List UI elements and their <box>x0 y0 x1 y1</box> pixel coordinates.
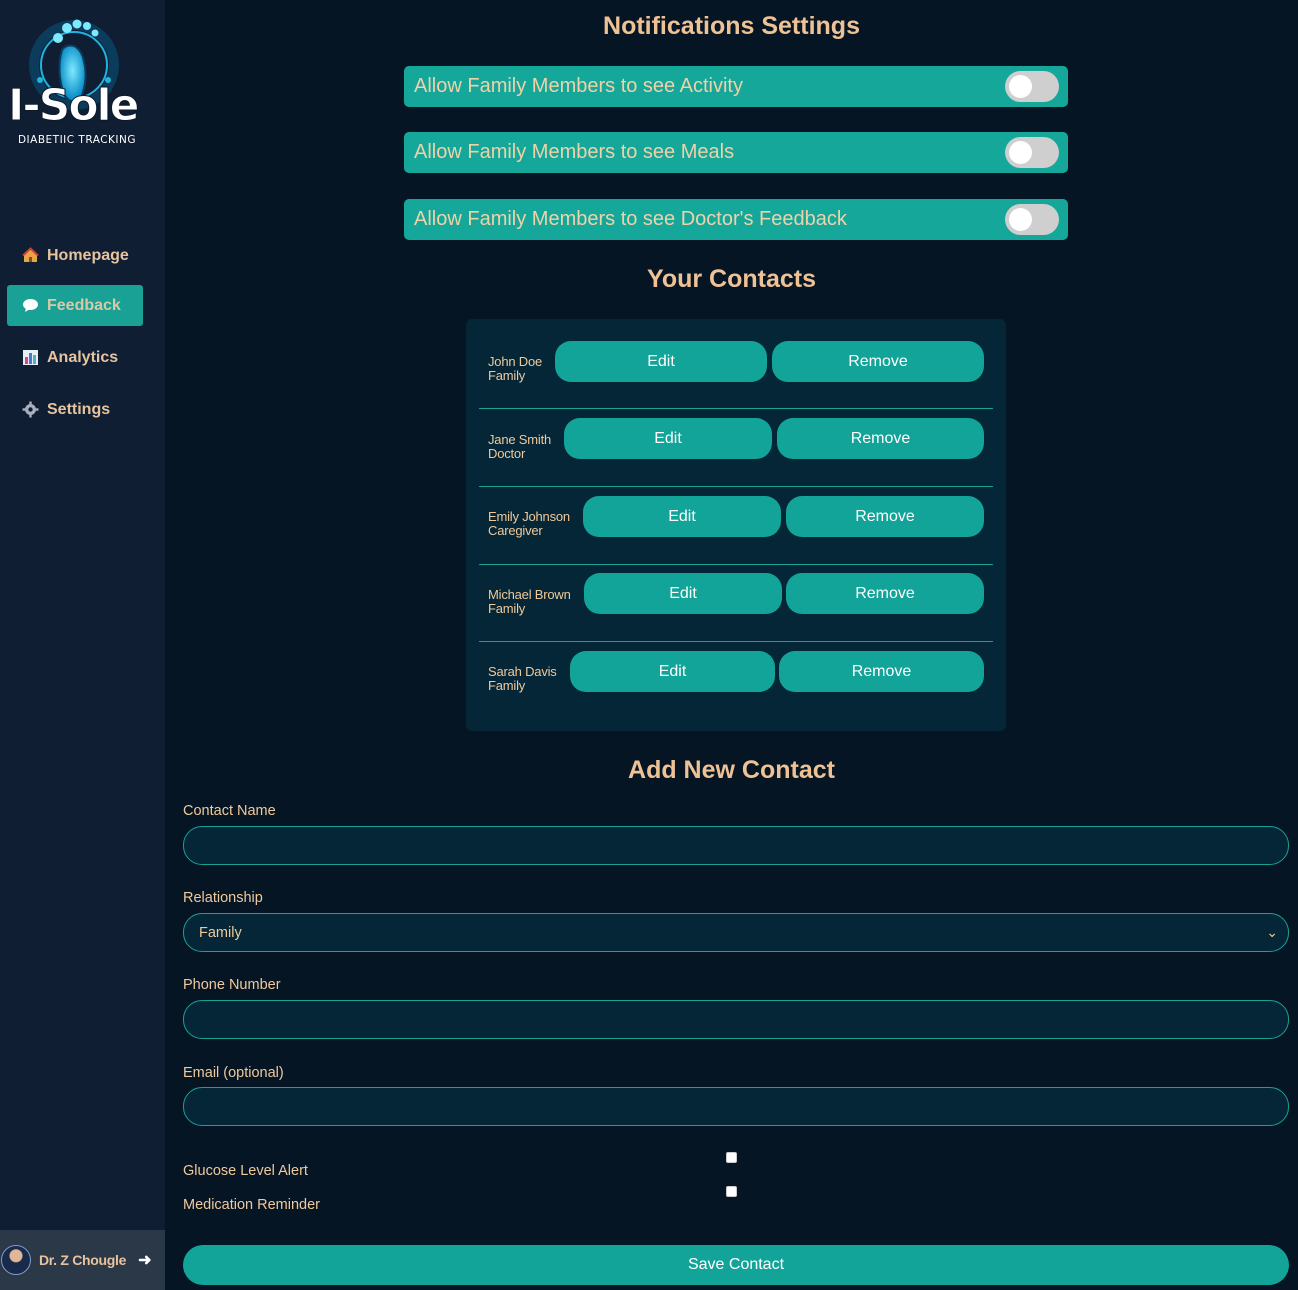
relationship-select[interactable]: Family ⌄ <box>183 913 1289 952</box>
sidebar-item-label: Settings <box>47 400 111 418</box>
edit-contact-button[interactable]: Edit <box>583 496 781 537</box>
medication-reminder-checkbox[interactable] <box>726 1186 737 1197</box>
bar-chart-icon <box>22 349 39 366</box>
contact-info: Sarah Davis Family <box>488 665 557 693</box>
glucose-alert-label: Glucose Level Alert <box>183 1163 308 1179</box>
contacts-card: John Doe Family Edit Remove Jane Smith D… <box>466 319 1006 731</box>
house-icon <box>22 247 39 264</box>
save-contact-button[interactable]: Save Contact <box>183 1245 1289 1285</box>
remove-contact-button[interactable]: Remove <box>779 651 984 692</box>
chevron-down-icon: ⌄ <box>1266 924 1278 940</box>
sidebar-item-analytics[interactable]: Analytics <box>7 337 143 378</box>
relationship-selected-value: Family <box>199 924 242 941</box>
sidebar-item-homepage[interactable]: Homepage <box>7 235 143 276</box>
contact-relationship: Family <box>488 601 526 616</box>
edit-contact-button[interactable]: Edit <box>555 341 767 382</box>
contact-name: John Doe <box>488 354 543 369</box>
phone-label: Phone Number <box>183 977 281 993</box>
contact-name: Sarah Davis <box>488 664 557 679</box>
toggle-row-meals: Allow Family Members to see Meals <box>404 132 1068 173</box>
glucose-alert-checkbox[interactable] <box>726 1152 737 1163</box>
medication-reminder-label: Medication Reminder <box>183 1197 321 1213</box>
brand-name: I-Sole <box>7 80 139 132</box>
toggle-label: Allow Family Members to see Meals <box>414 141 735 163</box>
remove-contact-button[interactable]: Remove <box>786 496 984 537</box>
remove-contact-button[interactable]: Remove <box>777 418 984 459</box>
contact-info: Jane Smith Doctor <box>488 433 551 461</box>
email-label: Email (optional) <box>183 1065 284 1081</box>
brand-subtitle: DIABETIIC TRACKING <box>17 134 137 146</box>
contact-row: Jane Smith Doctor Edit Remove <box>479 409 993 487</box>
toggle-switch-activity[interactable] <box>1005 71 1059 102</box>
contact-row: Michael Brown Family Edit Remove <box>479 564 993 642</box>
contact-name: Jane Smith <box>488 432 552 447</box>
toggle-row-doctor-feedback: Allow Family Members to see Doctor's Fee… <box>404 199 1068 240</box>
contact-info: John Doe Family <box>488 355 542 383</box>
edit-contact-button[interactable]: Edit <box>584 573 782 614</box>
contact-row: John Doe Family Edit Remove <box>479 331 993 409</box>
sidebar-item-label: Feedback <box>47 296 121 314</box>
contact-info: Emily Johnson Caregiver <box>488 510 570 538</box>
avatar <box>1 1245 31 1275</box>
toggle-knob <box>1009 141 1032 164</box>
sidebar-item-label: Homepage <box>47 246 129 264</box>
edit-contact-button[interactable]: Edit <box>570 651 775 692</box>
user-name: Dr. Z Chougle <box>39 1252 127 1268</box>
user-profile-bar[interactable]: Dr. Z Chougle ➜ <box>0 1230 165 1290</box>
toggle-label: Allow Family Members to see Activity <box>414 75 743 97</box>
contact-relationship: Family <box>488 678 526 693</box>
sidebar-item-feedback[interactable]: Feedback <box>7 285 143 326</box>
relationship-label: Relationship <box>183 890 263 906</box>
toggle-switch-doctor-feedback[interactable] <box>1005 204 1059 235</box>
contact-row: Sarah Davis Family Edit Remove <box>479 642 993 720</box>
contact-name-input[interactable] <box>183 826 1289 865</box>
contact-info: Michael Brown Family <box>488 588 571 616</box>
phone-input[interactable] <box>183 1000 1289 1039</box>
remove-contact-button[interactable]: Remove <box>786 573 984 614</box>
toggle-row-activity: Allow Family Members to see Activity <box>404 66 1068 107</box>
toggle-knob <box>1009 208 1032 231</box>
speech-bubble-icon <box>22 297 39 314</box>
sidebar-item-settings[interactable]: Settings <box>7 389 143 430</box>
contact-relationship: Doctor <box>488 446 526 461</box>
gear-icon <box>22 401 39 418</box>
edit-contact-button[interactable]: Edit <box>564 418 772 459</box>
contact-relationship: Caregiver <box>488 523 543 538</box>
contacts-title: Your Contacts <box>647 265 816 293</box>
sidebar: I-Sole DIABETIIC TRACKING Homepage Feedb… <box>0 0 165 1290</box>
arrow-right-icon[interactable]: ➜ <box>138 1250 151 1270</box>
sidebar-item-label: Analytics <box>47 348 119 366</box>
contact-name: Michael Brown <box>488 587 571 602</box>
contact-relationship: Family <box>488 368 526 383</box>
toggle-switch-meals[interactable] <box>1005 137 1059 168</box>
contact-row: Emily Johnson Caregiver Edit Remove <box>479 487 993 565</box>
contact-name: Emily Johnson <box>488 509 570 524</box>
toggle-label: Allow Family Members to see Doctor's Fee… <box>414 208 847 230</box>
notifications-title: Notifications Settings <box>603 12 860 40</box>
email-input[interactable] <box>183 1087 1289 1126</box>
contact-name-label: Contact Name <box>183 803 276 819</box>
remove-contact-button[interactable]: Remove <box>772 341 984 382</box>
add-contact-title: Add New Contact <box>628 756 835 784</box>
toggle-knob <box>1009 75 1032 98</box>
